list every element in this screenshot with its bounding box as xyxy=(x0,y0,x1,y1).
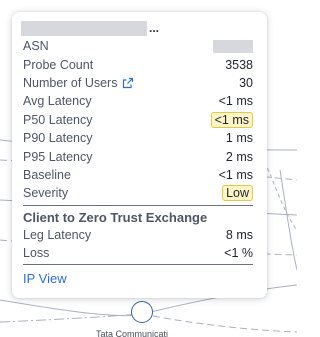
metric-value: 1 ms xyxy=(225,131,253,146)
metric-label: P90 Latency xyxy=(23,131,93,146)
graph-node[interactable] xyxy=(131,301,153,323)
external-link-icon[interactable] xyxy=(122,77,134,89)
graph-edge xyxy=(0,299,143,317)
metric-value: <1 ms xyxy=(218,167,253,182)
metric-label: ASN xyxy=(23,39,49,54)
severity-badge: Low xyxy=(222,185,253,202)
metric-row-number-of-users: Number of Users 30 xyxy=(23,74,253,92)
metric-label: Baseline xyxy=(23,167,71,182)
metric-row-leg-latency: Leg Latency 8 ms xyxy=(23,226,253,244)
graph-node-label: Tata Communicati xyxy=(96,329,169,337)
divider xyxy=(23,264,253,266)
metric-row-probe-count: Probe Count 3538 xyxy=(23,55,253,73)
metrics-list: ASN Probe Count 3538 Number of Users 30 xyxy=(23,37,253,268)
metric-label: Severity xyxy=(23,186,69,201)
metric-row-asn: ASN xyxy=(23,37,253,55)
metric-value: 3538 xyxy=(225,57,253,72)
metric-label: P50 Latency xyxy=(23,112,93,127)
metric-value: 2 ms xyxy=(225,149,253,164)
map-stage: Tata Communicati ... ASN Probe Count 353… xyxy=(0,0,297,337)
metric-row-avg-latency: Avg Latency <1 ms xyxy=(23,92,253,110)
redacted-asn-value xyxy=(213,39,253,53)
title-ellipsis: ... xyxy=(149,21,160,35)
metric-value: <1 ms xyxy=(218,94,253,109)
ip-view-link[interactable]: IP View xyxy=(23,271,67,286)
metric-label: Probe Count xyxy=(23,57,94,72)
metric-label: Avg Latency xyxy=(23,94,92,109)
metric-row-severity: Severity Low xyxy=(23,184,253,202)
metric-label: Leg Latency xyxy=(23,227,92,242)
metric-row-p90-latency: P90 Latency 1 ms xyxy=(23,129,253,147)
node-details-tooltip: ... ASN Probe Count 3538 Number of Users xyxy=(12,12,267,298)
metric-row-baseline: Baseline <1 ms xyxy=(23,166,253,184)
metric-row-p50-latency: P50 Latency <1 ms xyxy=(23,111,253,129)
metric-label: Number of Users xyxy=(23,75,118,90)
section-heading: Client to Zero Trust Exchange xyxy=(23,209,208,225)
metric-value: 30 xyxy=(239,75,253,90)
tooltip-title: ... xyxy=(21,21,159,36)
metric-label: P95 Latency xyxy=(23,149,93,164)
redacted-title xyxy=(21,21,147,36)
divider xyxy=(23,204,253,206)
highlight-badge: <1 ms xyxy=(210,111,253,128)
number-of-users-link[interactable]: Number of Users xyxy=(23,76,134,90)
graph-edge xyxy=(261,154,297,231)
metric-row-p95-latency: P95 Latency 2 ms xyxy=(23,147,253,165)
metric-label: Loss xyxy=(23,246,50,261)
metric-value: 8 ms xyxy=(225,227,253,242)
metric-row-loss: Loss <1 % xyxy=(23,244,253,262)
metric-value: <1 % xyxy=(224,246,253,261)
